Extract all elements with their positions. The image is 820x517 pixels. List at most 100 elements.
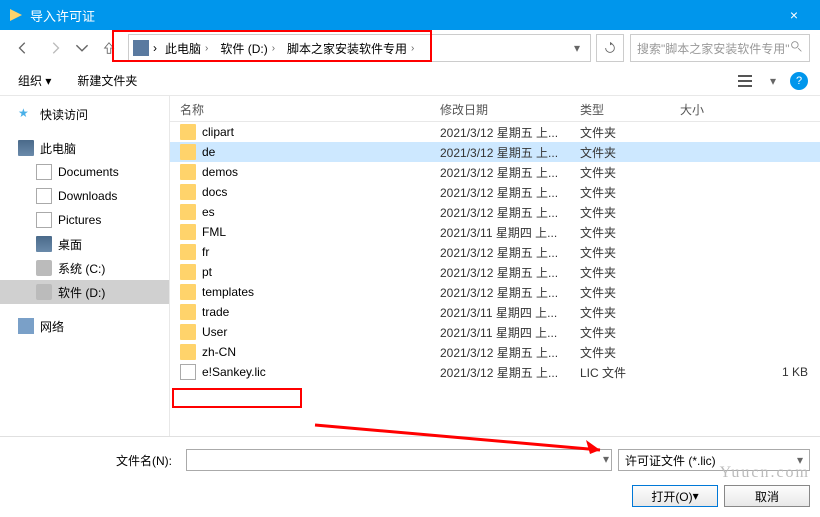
close-button[interactable]: × — [776, 0, 812, 30]
sidebar-item[interactable]: 软件 (D:) — [0, 280, 169, 304]
button-row: 打开(O) ▾ 取消 — [10, 485, 810, 507]
file-row[interactable]: fr 2021/3/12 星期五 上...文件夹 — [170, 242, 820, 262]
filename-row: 文件名(N): ▾ 许可证文件 (*.lic)▾ — [10, 449, 810, 471]
file-type: 文件夹 — [570, 264, 670, 281]
column-headers[interactable]: 名称 修改日期 类型 大小 — [170, 96, 820, 122]
file-name: de — [202, 145, 215, 159]
sidebar-item-label: Documents — [58, 165, 119, 179]
sidebar-item[interactable]: Documents — [0, 160, 169, 184]
col-name[interactable]: 名称 — [170, 96, 430, 121]
file-type: 文件夹 — [570, 144, 670, 161]
app-icon — [8, 7, 24, 23]
disk-icon — [36, 284, 52, 300]
file-row[interactable]: clipart2021/3/12 星期五 上...文件夹 — [170, 122, 820, 142]
sidebar-item[interactable]: 此电脑 — [0, 136, 169, 160]
file-row[interactable]: de2021/3/12 星期五 上...文件夹 — [170, 142, 820, 162]
sidebar-item-label: Downloads — [58, 189, 117, 203]
file-type: 文件夹 — [570, 124, 670, 141]
breadcrumb-seg[interactable]: 此电脑› — [161, 38, 212, 59]
file-pane: 名称 修改日期 类型 大小 clipart2021/3/12 星期五 上...文… — [170, 96, 820, 436]
folder-icon — [180, 164, 196, 180]
file-name: e!Sankey.lic — [202, 365, 266, 379]
file-row[interactable]: zh-CN2021/3/12 星期五 上...文件夹 — [170, 342, 820, 362]
breadcrumb-path[interactable]: › 此电脑› 软件 (D:)› 脚本之家安装软件专用› ▾ — [128, 34, 591, 62]
breadcrumb-seg[interactable]: 脚本之家安装软件专用› — [283, 38, 418, 59]
file-name: demos — [202, 165, 238, 179]
col-size[interactable]: 大小 — [670, 96, 820, 121]
search-input[interactable]: 搜索"脚本之家安装软件专用" — [630, 34, 810, 62]
col-date[interactable]: 修改日期 — [430, 96, 570, 121]
net-icon — [18, 318, 34, 334]
sidebar-item-label: 网络 — [40, 318, 64, 335]
file-row[interactable]: templates2021/3/12 星期五 上...文件夹 — [170, 282, 820, 302]
file-name: templates — [202, 285, 254, 299]
sidebar-item-label: 快读访问 — [40, 106, 88, 123]
sidebar-item[interactable]: ★快读访问 — [0, 102, 169, 126]
file-row[interactable]: demos 2021/3/12 星期五 上...文件夹 — [170, 162, 820, 182]
folder-icon — [180, 204, 196, 220]
file-row[interactable]: es2021/3/12 星期五 上...文件夹 — [170, 202, 820, 222]
file-type: 文件夹 — [570, 324, 670, 341]
file-date: 2021/3/12 星期五 上... — [430, 244, 570, 261]
sidebar: ★快读访问此电脑 Documents Downloads Pictures 桌面系统 (… — [0, 96, 170, 436]
pc-icon — [133, 40, 149, 56]
file-row[interactable]: pt2021/3/12 星期五 上...文件夹 — [170, 262, 820, 282]
chevron-down-icon[interactable]: ▾ — [603, 452, 609, 466]
file-row[interactable]: FML 2021/3/11 星期四 上...文件夹 — [170, 222, 820, 242]
refresh-button[interactable] — [596, 34, 624, 62]
search-icon — [790, 40, 803, 56]
back-button[interactable] — [10, 35, 36, 61]
file-name: docs — [202, 185, 227, 199]
monitor-icon — [36, 236, 52, 252]
file-name: clipart — [202, 125, 234, 139]
file-row[interactable]: e!Sankey.lic2021/3/12 星期五 上...LIC 文件1 KB — [170, 362, 820, 382]
folder-icon — [180, 264, 196, 280]
file-name: zh-CN — [202, 345, 236, 359]
toolbar: 组织 ▾ 新建文件夹 ▾ ? — [0, 66, 820, 96]
breadcrumb-seg[interactable]: 软件 (D:)› — [216, 38, 279, 59]
lic-icon — [180, 364, 196, 380]
file-row[interactable]: trade2021/3/11 星期四 上...文件夹 — [170, 302, 820, 322]
filename-input[interactable]: ▾ — [186, 449, 612, 471]
up-button[interactable] — [96, 35, 122, 61]
down-icon — [36, 188, 52, 204]
view-dropdown[interactable]: ▾ — [770, 74, 776, 88]
sidebar-item[interactable]: Pictures — [0, 208, 169, 232]
file-date: 2021/3/11 星期四 上... — [430, 224, 570, 241]
file-type: 文件夹 — [570, 344, 670, 361]
file-size: 1 KB — [670, 365, 820, 379]
file-date: 2021/3/12 星期五 上... — [430, 264, 570, 281]
file-type: 文件夹 — [570, 244, 670, 261]
recent-dropdown[interactable] — [74, 35, 90, 61]
cancel-button[interactable]: 取消 — [724, 485, 810, 507]
file-type: 文件夹 — [570, 164, 670, 181]
view-mode-button[interactable] — [734, 70, 756, 92]
sidebar-item-label: 此电脑 — [40, 140, 76, 157]
open-button[interactable]: 打开(O) ▾ — [632, 485, 718, 507]
folder-icon — [180, 304, 196, 320]
file-date: 2021/3/12 星期五 上... — [430, 164, 570, 181]
file-type: 文件夹 — [570, 224, 670, 241]
file-date: 2021/3/12 星期五 上... — [430, 364, 570, 381]
help-button[interactable]: ? — [790, 72, 808, 90]
sidebar-item[interactable]: 桌面 — [0, 232, 169, 256]
sidebar-item[interactable]: 网络 — [0, 314, 169, 338]
col-type[interactable]: 类型 — [570, 96, 670, 121]
sidebar-item-label: 桌面 — [58, 236, 82, 253]
folder-icon — [180, 284, 196, 300]
file-row[interactable]: docs2021/3/12 星期五 上...文件夹 — [170, 182, 820, 202]
file-name: fr — [202, 245, 209, 259]
file-date: 2021/3/12 星期五 上... — [430, 284, 570, 301]
file-row[interactable]: User2021/3/11 星期四 上...文件夹 — [170, 322, 820, 342]
doc-icon — [36, 164, 52, 180]
forward-button[interactable] — [42, 35, 68, 61]
file-name: FML — [202, 225, 226, 239]
new-folder-button[interactable]: 新建文件夹 — [71, 69, 143, 92]
folder-icon — [180, 184, 196, 200]
sidebar-item-label: Pictures — [58, 213, 101, 227]
sidebar-item[interactable]: Downloads — [0, 184, 169, 208]
sidebar-item[interactable]: 系统 (C:) — [0, 256, 169, 280]
folder-icon — [180, 324, 196, 340]
organize-button[interactable]: 组织 ▾ — [12, 69, 57, 92]
path-dropdown[interactable]: ▾ — [574, 41, 586, 55]
